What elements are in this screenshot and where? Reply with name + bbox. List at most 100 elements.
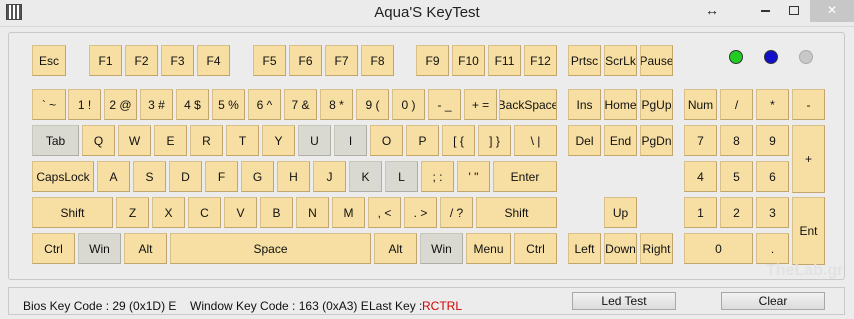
key-prtsc[interactable]: Prtsc [568, 45, 601, 76]
key-f12[interactable]: F12 [524, 45, 557, 76]
key-backslash[interactable]: \ | [514, 125, 557, 156]
key-minus[interactable]: - _ [428, 89, 461, 120]
key-tab[interactable]: Tab [32, 125, 79, 156]
key-pgdn[interactable]: PgDn [640, 125, 673, 156]
key-g[interactable]: G [241, 161, 274, 192]
key-f5[interactable]: F5 [253, 45, 286, 76]
key-numpad-3[interactable]: 3 [756, 197, 789, 228]
key-f6[interactable]: F6 [289, 45, 322, 76]
key-numpad-2[interactable]: 2 [720, 197, 753, 228]
key-numlock[interactable]: Num [684, 89, 717, 120]
key-left-arrow[interactable]: Left [568, 233, 601, 264]
key-numpad-0[interactable]: 0 [684, 233, 753, 264]
key-numpad-8[interactable]: 8 [720, 125, 753, 156]
key-down-arrow[interactable]: Down [604, 233, 637, 264]
key-i[interactable]: I [334, 125, 367, 156]
key-right-ctrl[interactable]: Ctrl [514, 233, 557, 264]
key-del[interactable]: Del [568, 125, 601, 156]
key-z[interactable]: Z [116, 197, 149, 228]
key-f3[interactable]: F3 [161, 45, 194, 76]
key-numpad-dot[interactable]: . [756, 233, 789, 264]
key-numpad-star[interactable]: * [756, 89, 789, 120]
key-numpad-9[interactable]: 9 [756, 125, 789, 156]
key-2[interactable]: 2 @ [104, 89, 137, 120]
key-space[interactable]: Space [170, 233, 371, 264]
key-r[interactable]: R [190, 125, 223, 156]
key-q[interactable]: Q [82, 125, 115, 156]
key-menu[interactable]: Menu [466, 233, 511, 264]
key-capslock[interactable]: CapsLock [32, 161, 94, 192]
key-numpad-6[interactable]: 6 [756, 161, 789, 192]
key-y[interactable]: Y [262, 125, 295, 156]
key-quote[interactable]: ' " [457, 161, 490, 192]
key-n[interactable]: N [296, 197, 329, 228]
key-f[interactable]: F [205, 161, 238, 192]
key-enter[interactable]: Enter [493, 161, 557, 192]
key-left-ctrl[interactable]: Ctrl [32, 233, 75, 264]
key-pause[interactable]: Pause [640, 45, 673, 76]
key-f10[interactable]: F10 [452, 45, 485, 76]
key-h[interactable]: H [277, 161, 310, 192]
key-numpad-enter[interactable]: Ent [792, 197, 825, 265]
key-numpad-slash[interactable]: / [720, 89, 753, 120]
key-9[interactable]: 9 ( [356, 89, 389, 120]
key-f9[interactable]: F9 [416, 45, 449, 76]
key-numpad-7[interactable]: 7 [684, 125, 717, 156]
key-x[interactable]: X [152, 197, 185, 228]
key-3[interactable]: 3 # [140, 89, 173, 120]
key-e[interactable]: E [154, 125, 187, 156]
key-c[interactable]: C [188, 197, 221, 228]
key-p[interactable]: P [406, 125, 439, 156]
led-test-button[interactable]: Led Test [572, 292, 676, 310]
maximize-button[interactable] [780, 0, 808, 22]
key-ins[interactable]: Ins [568, 89, 601, 120]
key-slash[interactable]: / ? [440, 197, 473, 228]
key-f2[interactable]: F2 [125, 45, 158, 76]
key-backspace[interactable]: BackSpace [499, 89, 557, 120]
minimize-button[interactable] [752, 0, 778, 22]
key-end[interactable]: End [604, 125, 637, 156]
key-semicolon[interactable]: ; : [421, 161, 454, 192]
key-home[interactable]: Home [604, 89, 637, 120]
key-right-arrow[interactable]: Right [640, 233, 673, 264]
key-t[interactable]: T [226, 125, 259, 156]
key-f4[interactable]: F4 [197, 45, 230, 76]
key-a[interactable]: A [97, 161, 130, 192]
key-w[interactable]: W [118, 125, 151, 156]
key-comma[interactable]: , < [368, 197, 401, 228]
key-4[interactable]: 4 $ [176, 89, 209, 120]
key-1[interactable]: 1 ! [68, 89, 101, 120]
key-f8[interactable]: F8 [361, 45, 394, 76]
key-numpad-5[interactable]: 5 [720, 161, 753, 192]
key-right-win[interactable]: Win [420, 233, 463, 264]
key-o[interactable]: O [370, 125, 403, 156]
key-left-win[interactable]: Win [78, 233, 121, 264]
key-u[interactable]: U [298, 125, 331, 156]
key-pgup[interactable]: PgUp [640, 89, 673, 120]
key-f7[interactable]: F7 [325, 45, 358, 76]
key-equal[interactable]: + = [464, 89, 497, 120]
key-l[interactable]: L [385, 161, 418, 192]
key-left-bracket[interactable]: [ { [442, 125, 475, 156]
key-j[interactable]: J [313, 161, 346, 192]
key-left-shift[interactable]: Shift [32, 197, 113, 228]
key-numpad-4[interactable]: 4 [684, 161, 717, 192]
key-numpad-plus[interactable]: + [792, 125, 825, 193]
key-up[interactable]: Up [604, 197, 637, 228]
key-m[interactable]: M [332, 197, 365, 228]
key-f11[interactable]: F11 [488, 45, 521, 76]
key-d[interactable]: D [169, 161, 202, 192]
key-left-alt[interactable]: Alt [124, 233, 167, 264]
key-right-shift[interactable]: Shift [476, 197, 557, 228]
clear-button[interactable]: Clear [721, 292, 825, 310]
key-numpad-1[interactable]: 1 [684, 197, 717, 228]
key-numpad-minus[interactable]: - [792, 89, 825, 120]
key-6[interactable]: 6 ^ [248, 89, 281, 120]
key-0[interactable]: 0 ) [392, 89, 425, 120]
key-7[interactable]: 7 & [284, 89, 317, 120]
key-v[interactable]: V [224, 197, 257, 228]
key-b[interactable]: B [260, 197, 293, 228]
key-f1[interactable]: F1 [89, 45, 122, 76]
key-right-alt[interactable]: Alt [374, 233, 417, 264]
key-s[interactable]: S [133, 161, 166, 192]
